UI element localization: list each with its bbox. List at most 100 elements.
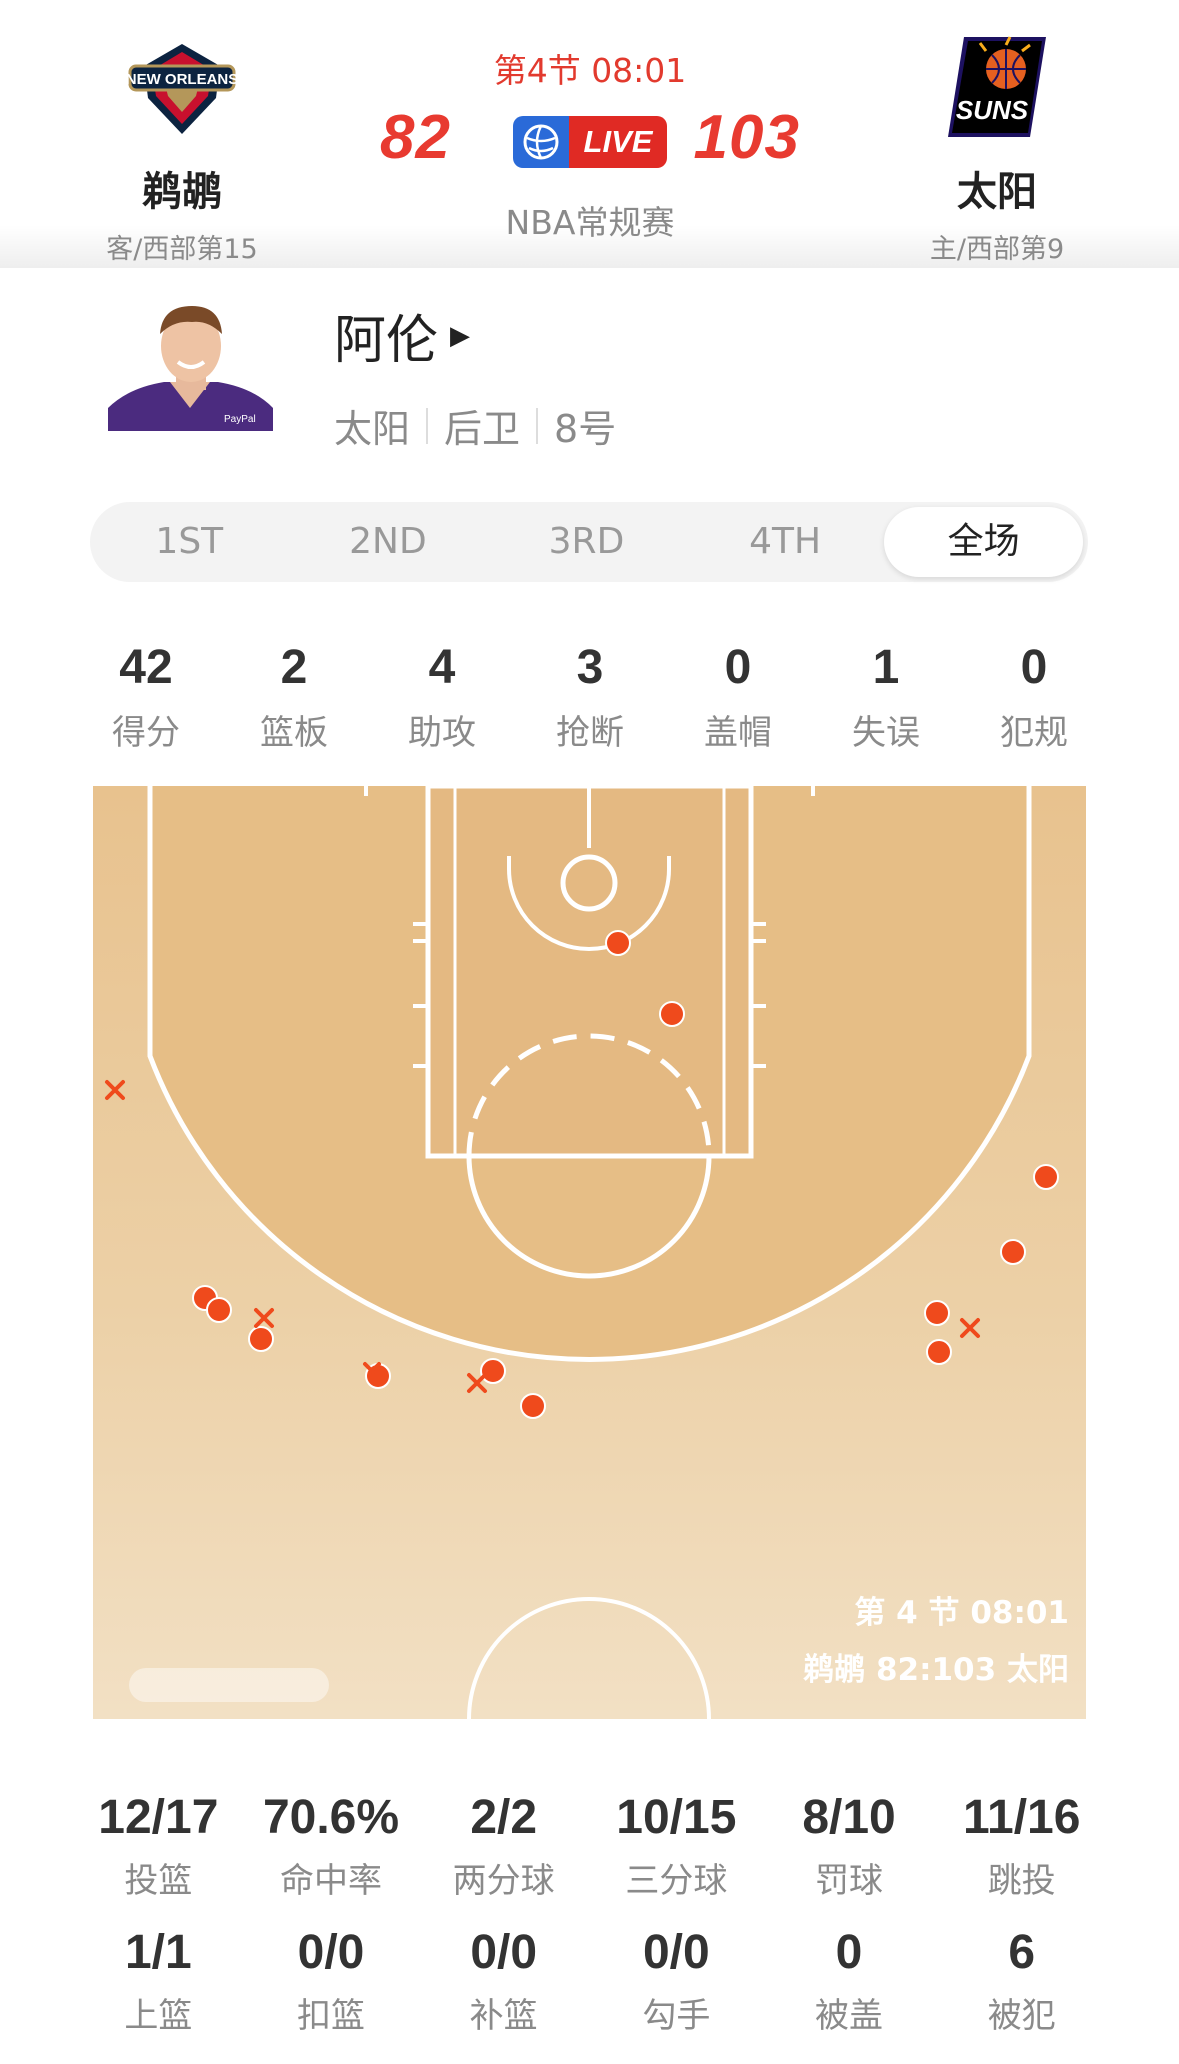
stat-value: 0/0 (297, 1926, 365, 1979)
overlay-score: 鹈鹕 82:103 太阳 (803, 1652, 1069, 1688)
stat-label: 罚球 (815, 1861, 884, 1901)
stat-label: 得分 (112, 713, 180, 753)
made-shot[interactable] (206, 1297, 232, 1323)
stat-fg: 12/17 投篮 (72, 1790, 245, 1902)
stat-label: 命中率 (280, 1861, 382, 1901)
stat-label: 被盖 (815, 1996, 884, 2036)
stat-value: 2/2 (470, 1791, 538, 1844)
home-score: 103 (693, 103, 800, 172)
stat-value: 0 (835, 1926, 863, 1979)
stat-tipin: 0/0 补篮 (417, 1925, 590, 2037)
made-shot[interactable] (924, 1300, 950, 1326)
stat-label: 三分球 (625, 1861, 728, 1901)
home-team-name: 太阳 (957, 169, 1037, 215)
stat-value: 70.6% (262, 1791, 400, 1844)
stat-label: 跳投 (987, 1861, 1056, 1901)
player-meta: 太阳 后卫 8号 (334, 398, 616, 453)
player-name-link[interactable]: 阿伦 ▶ (334, 298, 470, 373)
made-shot[interactable] (605, 930, 631, 956)
summary-stats: 42 得分 2 篮板 4 助攻 3 抢断 0 盖帽 1 失误 0 犯规 (72, 640, 1108, 754)
stat-blocked: 0 被盖 (763, 1925, 936, 2037)
away-team-standing: 客/西部第15 (106, 234, 258, 265)
chevron-right-icon: ▶ (450, 320, 471, 351)
live-label: LIVE (569, 116, 667, 168)
made-shot[interactable] (926, 1339, 952, 1365)
league-name: NBA常规赛 (505, 203, 675, 242)
tab-4th[interactable]: 4TH (686, 507, 885, 577)
made-shot[interactable] (1000, 1239, 1026, 1265)
stat-value: 10/15 (616, 1791, 737, 1844)
stat-points: 42 得分 (72, 640, 220, 754)
stat-ft: 8/10 罚球 (763, 1790, 936, 1902)
tab-full-game[interactable]: 全场 (884, 507, 1083, 577)
stat-value: 0 (724, 641, 752, 694)
home-team[interactable]: SUNS 太阳 主/西部第9 (877, 30, 1117, 266)
period-time: 第4节 08:01 (493, 51, 687, 90)
divider (426, 407, 429, 444)
away-team[interactable]: NEW ORLEANS 鹈鹕 客/西部第15 (62, 30, 302, 266)
stat-hook: 0/0 勾手 (590, 1925, 763, 2037)
stat-value: 11/16 (962, 1791, 1081, 1844)
divider (536, 407, 539, 444)
stat-fg-pct: 70.6% 命中率 (245, 1790, 418, 1902)
made-shot[interactable] (1033, 1164, 1059, 1190)
away-score: 82 (380, 103, 451, 172)
live-stream-icon (513, 116, 569, 168)
stat-assists: 4 助攻 (368, 640, 516, 754)
suns-logo: SUNS (877, 30, 1117, 145)
stat-label: 扣篮 (297, 1996, 365, 2036)
stat-value: 6 (1008, 1926, 1036, 1979)
stat-value: 1 (872, 641, 900, 694)
stat-layup: 1/1 上篮 (72, 1925, 245, 2037)
stat-fouls: 0 犯规 (960, 640, 1108, 754)
stat-label: 两分球 (452, 1861, 555, 1901)
stat-label: 犯规 (1000, 713, 1068, 753)
player-name: 阿伦 (334, 311, 439, 371)
stat-value: 1/1 (124, 1926, 192, 1979)
watermark (129, 1668, 329, 1702)
stat-value: 8/10 (802, 1791, 896, 1844)
live-badge[interactable]: LIVE (513, 116, 667, 168)
period-tabs: 1ST 2ND 3RD 4TH 全场 (90, 502, 1088, 582)
stat-value: 2 (280, 641, 308, 694)
stat-label: 盖帽 (704, 713, 772, 753)
stat-turnovers: 1 失误 (812, 640, 960, 754)
stat-value: 0/0 (470, 1926, 538, 1979)
stat-label: 投篮 (124, 1861, 193, 1901)
stat-value: 42 (119, 641, 173, 694)
stat-steals: 3 抢断 (516, 640, 664, 754)
stat-label: 勾手 (642, 1996, 711, 2036)
made-shot[interactable] (659, 1001, 685, 1027)
svg-text:SUNS: SUNS (956, 95, 1029, 125)
stat-label: 篮板 (260, 713, 328, 753)
made-shot[interactable] (520, 1393, 546, 1419)
stat-blocks: 0 盖帽 (664, 640, 812, 754)
stat-label: 被犯 (987, 1996, 1056, 2036)
stat-value: 0/0 (642, 1926, 710, 1979)
shot-chart: 第 4 节 08:01 鹈鹕 82:103 太阳 (93, 786, 1086, 1719)
made-shot[interactable] (248, 1326, 274, 1352)
tab-3rd[interactable]: 3RD (487, 507, 686, 577)
stat-rebounds: 2 篮板 (220, 640, 368, 754)
game-header: NEW ORLEANS 鹈鹕 客/西部第15 第4节 08:01 82 LIVE… (0, 0, 1179, 268)
player-number: 8号 (554, 407, 617, 451)
stat-value: 0 (1020, 641, 1048, 694)
away-team-name: 鹈鹕 (142, 169, 222, 215)
score-center: 第4节 08:01 82 LIVE 103 NBA常规赛 (380, 44, 800, 244)
shooting-stats-row-1: 12/17 投篮 70.6% 命中率 2/2 两分球 10/15 三分球 8/1… (72, 1790, 1108, 1902)
player-position: 后卫 (444, 407, 521, 451)
tab-1st[interactable]: 1ST (90, 507, 289, 577)
shooting-stats-row-2: 1/1 上篮 0/0 扣篮 0/0 补篮 0/0 勾手 0 被盖 6 被犯 (72, 1925, 1108, 2037)
stat-value: 12/17 (98, 1791, 219, 1844)
stat-2pt: 2/2 两分球 (417, 1790, 590, 1902)
player-avatar[interactable]: PayPal (108, 296, 273, 431)
stat-dunk: 0/0 扣篮 (245, 1925, 418, 2037)
stat-label: 失误 (852, 713, 920, 753)
svg-text:PayPal: PayPal (224, 414, 256, 425)
tab-2nd[interactable]: 2ND (289, 507, 488, 577)
stat-label: 补篮 (469, 1996, 538, 2036)
stat-value: 4 (428, 641, 456, 694)
stat-value: 3 (576, 641, 604, 694)
stat-label: 助攻 (408, 713, 476, 753)
made-shot[interactable] (480, 1358, 506, 1384)
